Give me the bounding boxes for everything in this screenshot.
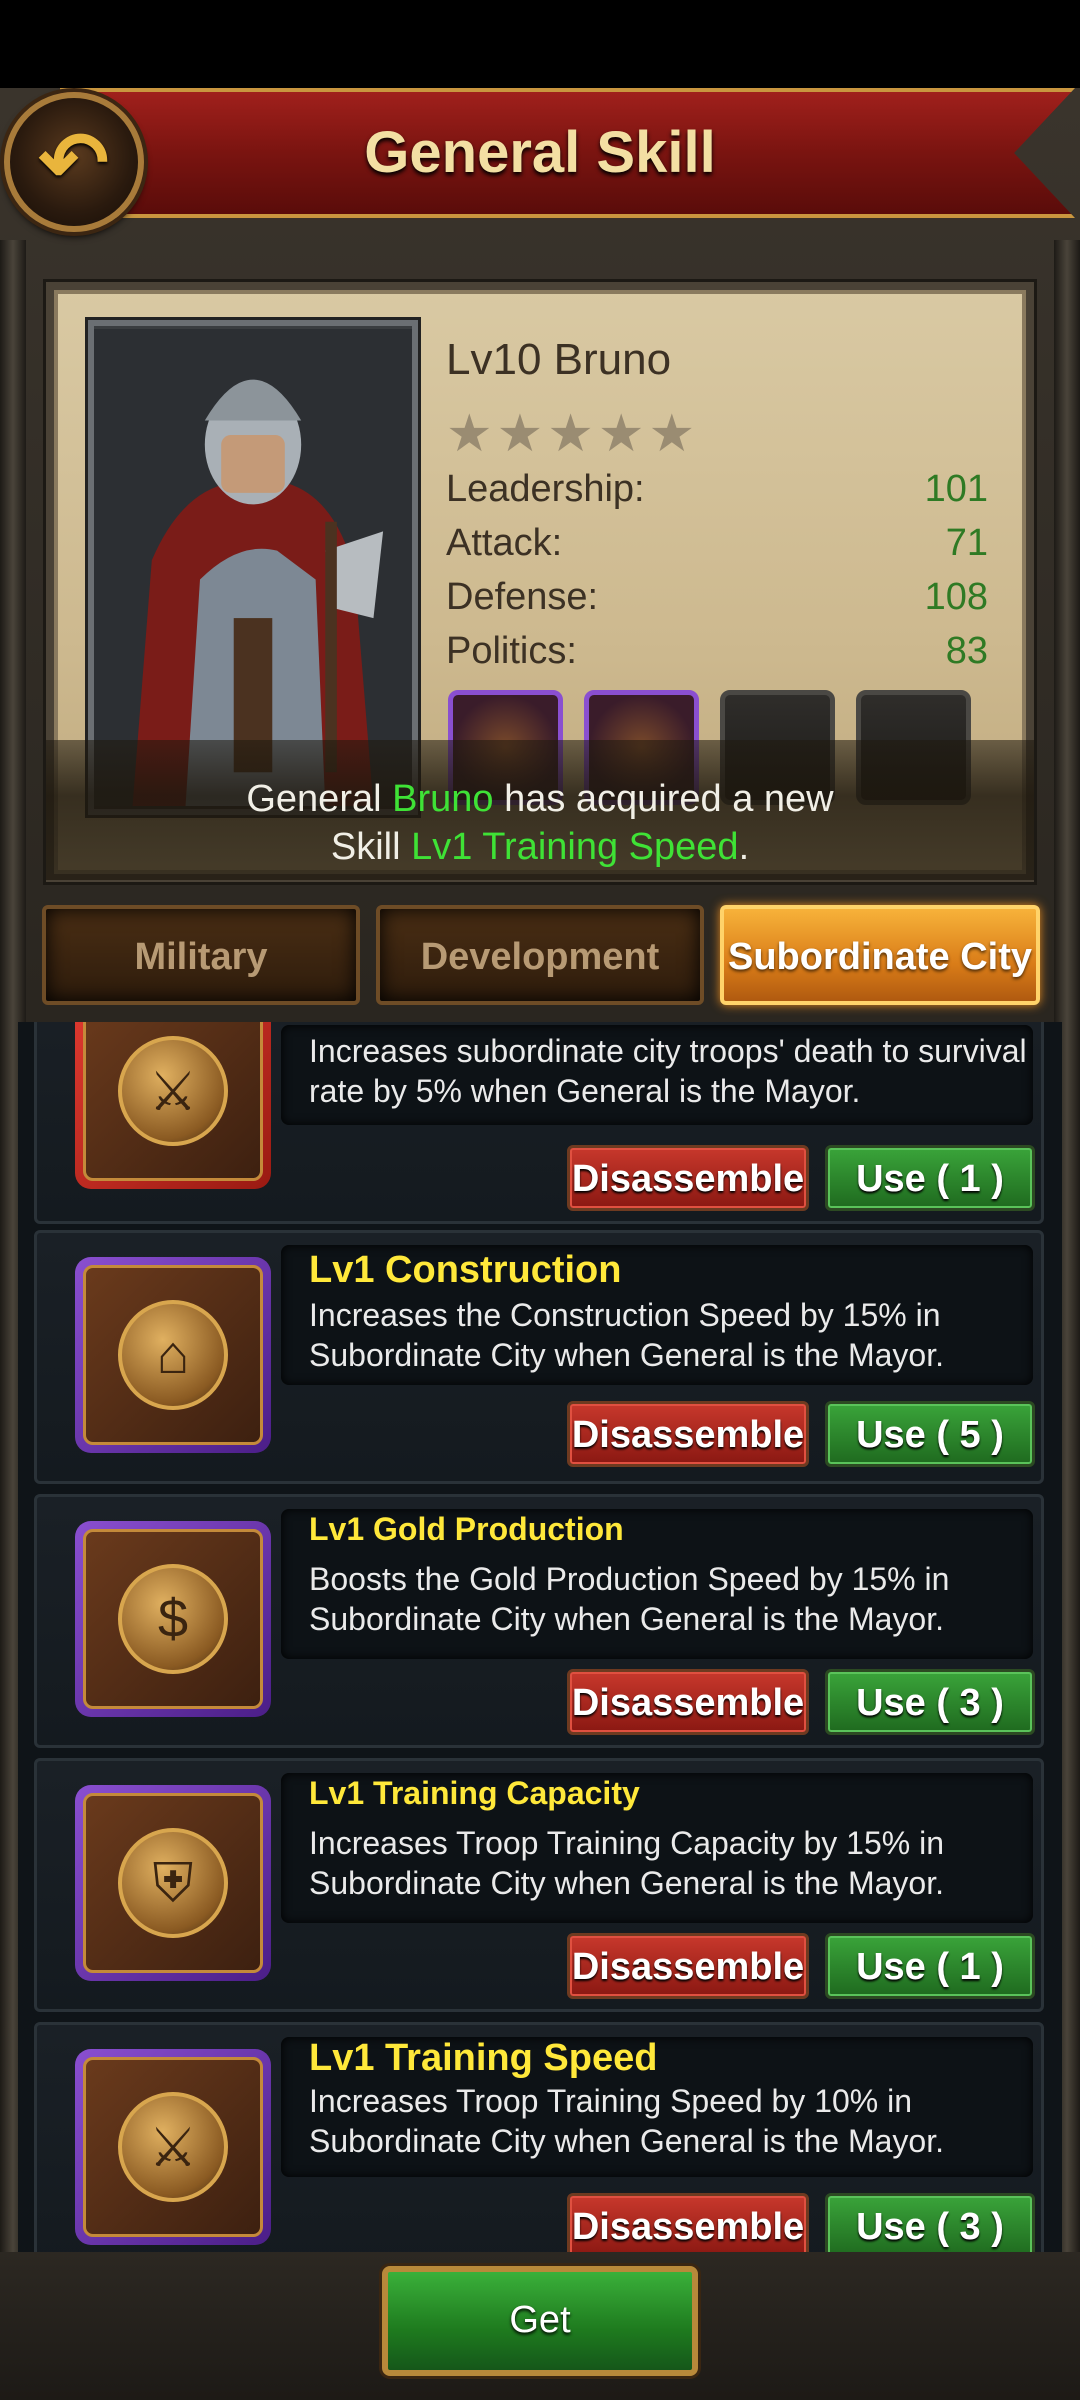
- skill-book-icon: $: [75, 1521, 271, 1717]
- skill-title: Lv1 Training Speed: [309, 2037, 658, 2079]
- back-arrow-icon: ↶: [38, 115, 110, 209]
- skill-description: Increases Troop Training Capacity by 15%…: [309, 1825, 944, 1901]
- notice-suffix: .: [738, 826, 750, 868]
- stat-label-leadership: Leadership:: [446, 468, 645, 510]
- use-button[interactable]: Use ( 1 ): [825, 1145, 1035, 1211]
- notice-message: General Bruno has acquired a new Skill L…: [46, 775, 1034, 871]
- notice-middle: has acquired a new: [493, 778, 834, 820]
- skill-description: Increases subordinate city troops' death…: [309, 1033, 1027, 1109]
- notice-line2-prefix: Skill: [330, 826, 412, 868]
- skill-book-icon: ⌂: [75, 1257, 271, 1453]
- use-button[interactable]: Use ( 5 ): [825, 1401, 1035, 1467]
- use-button[interactable]: Use ( 1 ): [825, 1933, 1035, 1999]
- construction-icon: ⌂: [118, 1300, 228, 1410]
- general-name: Lv10 Bruno: [446, 335, 672, 384]
- tab-development[interactable]: Development: [376, 905, 704, 1005]
- skill-title: Lv1 Construction: [309, 1249, 622, 1291]
- stat-value-politics: 83: [945, 630, 988, 672]
- skill-list[interactable]: ⚔ Increases subordinate city troops' dea…: [18, 1022, 1062, 2252]
- crossed-swords-shield-icon: ⚔: [118, 2092, 228, 2202]
- notice-general-name: Bruno: [392, 778, 494, 820]
- soldier-icon: ⚔: [118, 1036, 228, 1146]
- skill-description: Increases the Construction Speed by 15% …: [309, 1297, 944, 1373]
- skill-card: ⚔ Increases subordinate city troops' dea…: [34, 1022, 1044, 1224]
- get-button[interactable]: Get: [382, 2266, 698, 2376]
- skill-card: ⛨ Lv1 Training Capacity Increases Troop …: [34, 1758, 1044, 2012]
- skill-card: $ Lv1 Gold Production Boosts the Gold Pr…: [34, 1494, 1044, 1748]
- status-bar: [0, 0, 1080, 88]
- disassemble-button[interactable]: Disassemble: [567, 2193, 809, 2252]
- use-button[interactable]: Use ( 3 ): [825, 1669, 1035, 1735]
- disassemble-button[interactable]: Disassemble: [567, 1401, 809, 1467]
- skill-book-icon: ⛨: [75, 1785, 271, 1981]
- disassemble-button[interactable]: Disassemble: [567, 1933, 809, 1999]
- stat-value-defense: 108: [924, 576, 988, 618]
- gold-bag-icon: $: [118, 1564, 228, 1674]
- stat-label-attack: Attack:: [446, 522, 563, 564]
- back-button[interactable]: ↶: [4, 92, 144, 232]
- warrior-icon: ⛨: [118, 1828, 228, 1938]
- notice-prefix: General: [246, 778, 393, 820]
- stat-label-defense: Defense:: [446, 576, 599, 618]
- disassemble-button[interactable]: Disassemble: [567, 1669, 809, 1735]
- disassemble-button[interactable]: Disassemble: [567, 1145, 809, 1211]
- tab-military[interactable]: Military: [42, 905, 360, 1005]
- skill-title: Lv1 Gold Production: [309, 1511, 624, 1547]
- skill-card: ⌂ Lv1 Construction Increases the Constru…: [34, 1230, 1044, 1484]
- use-button[interactable]: Use ( 3 ): [825, 2193, 1035, 2252]
- skill-card: ⚔ Lv1 Training Speed Increases Troop Tra…: [34, 2022, 1044, 2252]
- skill-description: Increases Troop Training Speed by 10% in…: [309, 2083, 944, 2159]
- stat-value-leadership: 101: [924, 468, 988, 510]
- skill-description: Boosts the Gold Production Speed by 15% …: [309, 1561, 950, 1637]
- skill-title: Lv1 Training Capacity: [309, 1775, 640, 1811]
- skill-book-icon: ⚔: [75, 2049, 271, 2245]
- notice-skill-name: Lv1 Training Speed: [411, 826, 739, 868]
- star-rating: ★★★★★: [446, 405, 700, 463]
- page-title: General Skill: [364, 120, 716, 185]
- stat-value-attack: 71: [945, 522, 988, 564]
- stat-label-politics: Politics:: [446, 630, 577, 672]
- skill-book-icon: ⚔: [75, 1022, 271, 1189]
- knight-portrait-image: [94, 329, 412, 806]
- tab-subordinate-city[interactable]: Subordinate City: [720, 905, 1040, 1005]
